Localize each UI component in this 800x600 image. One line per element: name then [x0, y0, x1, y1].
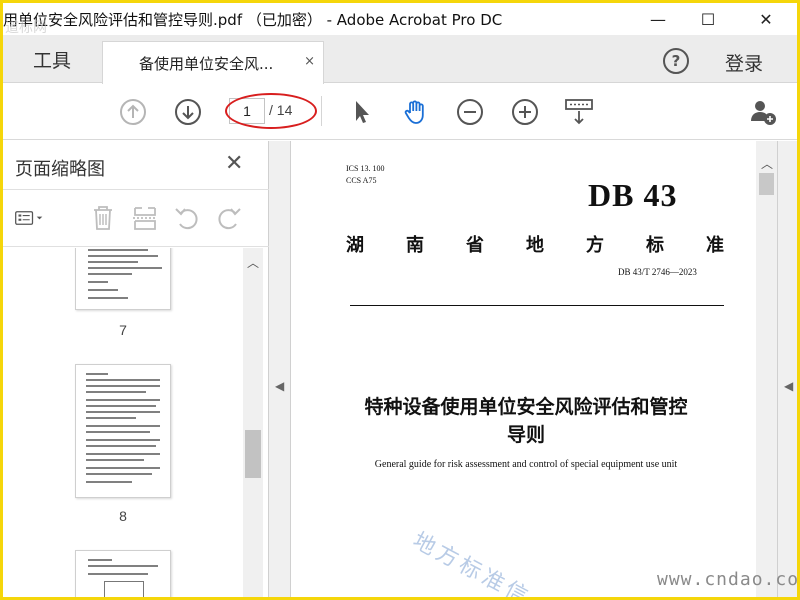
doc-ics: ICS 13. 100 — [346, 164, 385, 173]
collapse-left-pane-handle[interactable]: ◀ — [269, 141, 291, 597]
doc-province-char: 方 — [586, 235, 604, 256]
doc-province-char: 标 — [646, 235, 664, 256]
main-toolbar: 1 / 14 — [3, 84, 797, 140]
doc-classification: ICS 13. 100 CCS A75 — [346, 163, 384, 187]
scrollbar-thumb[interactable] — [759, 173, 774, 195]
tab-tools[interactable]: 工具 — [3, 35, 101, 83]
thumbnail-page-7[interactable] — [75, 248, 171, 310]
scrollbar-thumb[interactable] — [245, 430, 261, 478]
maximize-button[interactable]: ☐ — [685, 3, 731, 35]
annotation-ellipse — [225, 93, 317, 129]
thumbnail-label: 7 — [119, 322, 127, 338]
tab-document-label: 备使用单位安全风... — [139, 54, 274, 73]
help-icon[interactable]: ? — [663, 48, 689, 74]
thumbnail-scrollbar[interactable]: ︿ — [243, 248, 263, 597]
doc-province-char: 准 — [706, 235, 724, 256]
doc-standard-number: DB 43/T 2746—2023 — [618, 267, 697, 277]
thumbnail-pane-close-button[interactable]: ✕ — [225, 151, 243, 176]
minimize-button[interactable]: — — [635, 3, 681, 35]
thumbnail-pane-title: 页面缩略图 — [15, 159, 105, 180]
thumbnail-page-8[interactable] — [75, 364, 171, 498]
doc-divider — [350, 305, 724, 306]
thumbnail-list: 7 8 — [3, 248, 243, 597]
doc-province-char: 南 — [406, 235, 424, 256]
caret-left-icon: ◀ — [275, 379, 285, 393]
title-bar: 用单位安全风险评估和管控导则.pdf （已加密） - Adobe Acrobat… — [3, 3, 797, 35]
document-view[interactable]: ICS 13. 100 CCS A75 DB 43 湖 南 省 地 方 标 准 … — [292, 141, 756, 597]
doc-province-char: 省 — [466, 235, 484, 256]
collapse-right-pane-handle[interactable]: ◀ — [777, 141, 797, 597]
close-window-button[interactable]: ✕ — [743, 3, 789, 35]
thumbnail-options-icon[interactable] — [15, 204, 43, 232]
rotate-right-icon[interactable] — [215, 204, 243, 232]
site-watermark: www.cndao.com — [657, 569, 797, 590]
select-pointer-icon[interactable] — [346, 97, 376, 127]
scroll-up-icon[interactable]: ︿ — [761, 155, 773, 172]
tab-document[interactable]: 备使用单位安全风... × — [102, 41, 324, 84]
acrobat-window: 用单位安全风险评估和管控导则.pdf （已加密） - Adobe Acrobat… — [3, 3, 797, 597]
zoom-out-icon[interactable] — [455, 97, 485, 127]
doc-province-char: 地 — [526, 235, 544, 256]
arrow-up-circle-icon[interactable] — [118, 97, 148, 127]
doc-ccs: CCS A75 — [346, 176, 377, 185]
zoom-in-icon[interactable] — [510, 97, 540, 127]
doc-province-header: 湖 南 省 地 方 标 准 — [346, 231, 724, 257]
tab-bar: 工具 备使用单位安全风... × ? 登录 — [3, 35, 797, 84]
scroll-up-icon[interactable]: ︿ — [247, 254, 259, 271]
doc-title: 特种设备使用单位安全风险评估和管控 导则 — [336, 393, 716, 449]
doc-title-line: 导则 — [506, 424, 545, 446]
thumbnail-pane: 页面缩略图 ✕ 7 8 ︿ — [3, 141, 269, 597]
window-title: 用单位安全风险评估和管控导则.pdf （已加密） - Adobe Acrobat… — [3, 11, 503, 29]
arrow-down-circle-icon[interactable] — [173, 97, 203, 127]
rotate-left-icon[interactable] — [173, 204, 201, 232]
keyboard-scroll-icon[interactable] — [564, 97, 594, 127]
logo-watermark: 道标网 — [5, 20, 47, 36]
doc-title-line: 特种设备使用单位安全风险评估和管控 — [364, 396, 688, 418]
extract-page-icon[interactable] — [131, 204, 159, 232]
login-button[interactable]: 登录 — [725, 49, 763, 76]
hand-tool-icon[interactable] — [401, 97, 431, 127]
thumbnail-label: 8 — [119, 508, 127, 524]
thumbnail-toolbar — [3, 189, 269, 247]
doc-english-title: General guide for risk assessment and co… — [374, 459, 678, 470]
add-user-icon[interactable] — [748, 97, 778, 127]
doc-db-code: DB 43 — [588, 177, 678, 213]
toolbar-divider — [321, 96, 322, 126]
delete-page-icon[interactable] — [89, 204, 117, 232]
tab-close-button[interactable]: × — [304, 54, 315, 69]
document-scrollbar[interactable]: ︿ — [756, 141, 777, 597]
thumbnail-page-9[interactable] — [75, 550, 171, 597]
doc-province-char: 湖 — [346, 235, 364, 256]
caret-left-icon: ◀ — [784, 379, 794, 393]
